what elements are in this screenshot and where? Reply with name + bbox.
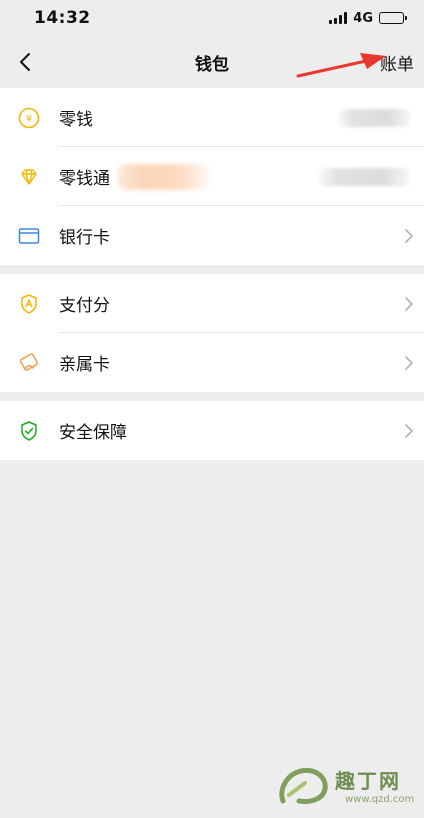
watermark: 趣丁网 www.qzd.com [275, 765, 414, 805]
chevron-right-icon [405, 297, 413, 311]
wallet-group-balance: ¥ 零钱 零钱通 银行卡 [0, 88, 424, 265]
item-label: 零钱 [59, 110, 93, 130]
group-gap [0, 392, 424, 401]
list-item-family-card[interactable]: 亲属卡 [0, 333, 424, 392]
watermark-logo-icon [279, 767, 328, 804]
family-card-icon [18, 352, 40, 374]
wallet-group-security: 安全保障 [0, 401, 424, 460]
svg-text:¥: ¥ [26, 114, 32, 125]
item-label: 银行卡 [59, 228, 110, 248]
redacted-tag [118, 164, 210, 190]
payscore-badge-icon [18, 293, 40, 315]
signal-icon [329, 12, 348, 24]
list-item-payscore[interactable]: 支付分 [0, 274, 424, 333]
item-label: 安全保障 [59, 423, 127, 443]
network-type: 4G [353, 10, 373, 26]
diamond-icon [18, 166, 40, 188]
item-label: 零钱通 [59, 169, 110, 189]
redacted-value [338, 109, 410, 127]
list-item-security[interactable]: 安全保障 [0, 401, 424, 460]
status-bar: 14:32 4G [0, 0, 424, 36]
annotation-arrow-icon [296, 53, 386, 78]
chevron-right-icon [405, 424, 413, 438]
watermark-title: 趣丁网 [335, 769, 401, 793]
wallet-group-services: 支付分 亲属卡 [0, 274, 424, 392]
list-item-lingqiantong[interactable]: 零钱通 [0, 147, 424, 206]
shield-check-icon [18, 420, 40, 442]
watermark-url: www.qzd.com [345, 794, 415, 805]
chevron-right-icon [405, 356, 413, 370]
list-item-bank-card[interactable]: 银行卡 [0, 206, 424, 265]
item-label: 支付分 [59, 296, 110, 316]
bank-card-icon [18, 225, 40, 247]
group-gap [0, 265, 424, 274]
yen-coin-icon: ¥ [18, 107, 40, 129]
redacted-value [318, 168, 410, 186]
battery-icon [379, 12, 407, 24]
chevron-right-icon [405, 229, 413, 243]
list-item-balance[interactable]: ¥ 零钱 [0, 88, 424, 147]
status-indicators: 4G [329, 10, 407, 26]
status-time: 14:32 [34, 8, 91, 28]
item-label: 亲属卡 [59, 355, 110, 375]
